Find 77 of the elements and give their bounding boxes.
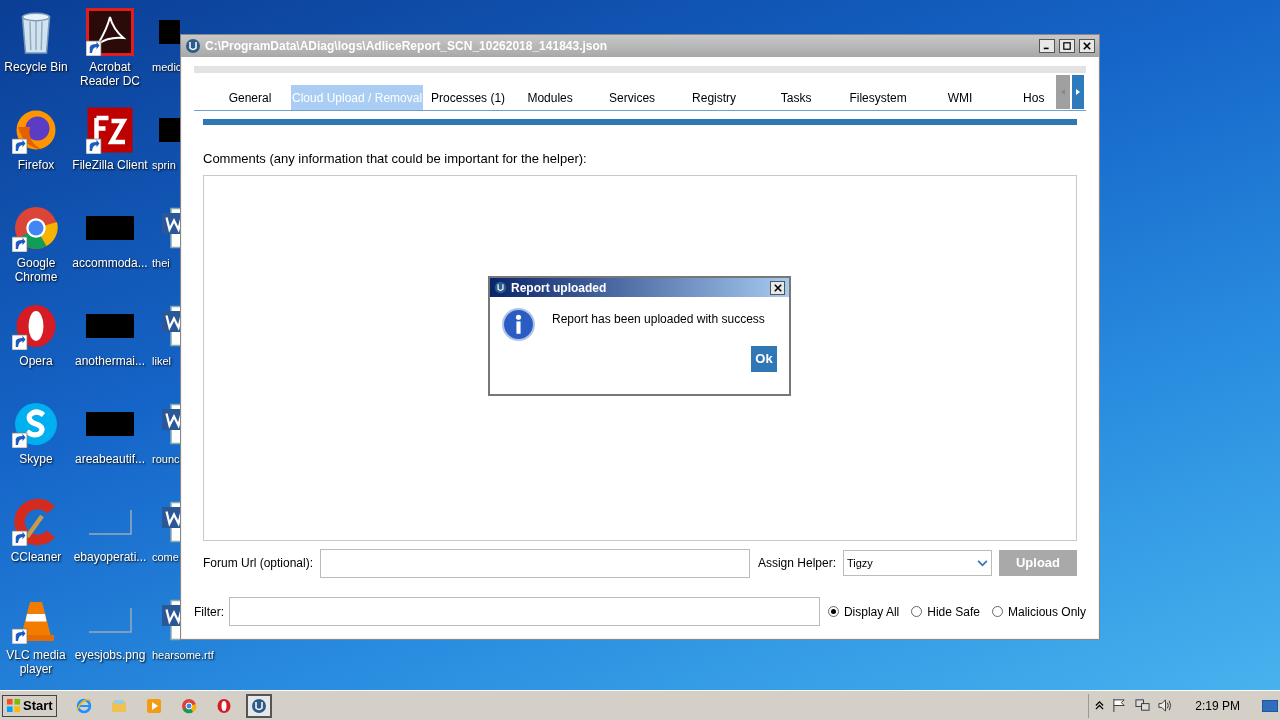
close-icon (773, 283, 782, 292)
tab[interactable]: Filesystem (837, 85, 920, 110)
icon-label: FileZilla Client (72, 158, 148, 172)
chevron-down-icon (977, 559, 988, 567)
maximize-button[interactable] (1059, 39, 1075, 53)
icon-label: CCleaner (10, 550, 62, 564)
icon-label: anothermai... (74, 354, 145, 368)
tab[interactable]: Services (591, 85, 674, 110)
icon-label: thei (152, 256, 170, 270)
app-icon[interactable] (86, 8, 134, 56)
dialog-message: Report has been uploaded with success (552, 311, 765, 328)
windows-logo-icon (6, 698, 21, 713)
flag-icon[interactable] (1112, 698, 1128, 713)
icon-label: sprin (152, 158, 176, 172)
icon-label: hearsome.rtf (152, 648, 214, 662)
app-icon[interactable] (12, 400, 60, 448)
info-icon (502, 308, 535, 341)
assign-helper-label: Assign Helper: (757, 555, 836, 572)
app-logo-icon (185, 38, 201, 54)
tab[interactable]: Hos (1001, 85, 1047, 110)
icon-label: rounc (152, 452, 180, 466)
app-icon (145, 697, 162, 714)
icon-label: Google Chrome (13, 256, 59, 284)
icon-label: likel (152, 354, 171, 368)
icon-label: medic (152, 60, 182, 74)
show-desktop-icon[interactable] (1262, 699, 1278, 712)
right-arrow-icon (1076, 89, 1080, 95)
tab-scroll-right-button[interactable] (1072, 75, 1084, 109)
icon-label: accommoda... (72, 256, 148, 270)
icon-label: ebayoperati... (73, 550, 147, 564)
chevron-up-icon[interactable] (1095, 701, 1105, 710)
app-icon[interactable] (86, 106, 134, 154)
tab[interactable]: Processes (1) (427, 85, 510, 110)
icon-label: Acrobat Reader DC (79, 60, 141, 88)
app-icon (250, 697, 267, 714)
close-icon (1083, 42, 1091, 50)
tab[interactable]: WMI (919, 85, 1002, 110)
forum-url-label: Forum Url (optional): (203, 555, 314, 572)
icon-label: VLC media player (5, 648, 67, 676)
ok-button[interactable]: Ok (751, 346, 777, 372)
dialog-title: Report uploaded (511, 279, 608, 297)
icon-label: come (152, 550, 179, 564)
forum-url-field[interactable] (320, 548, 750, 578)
close-button[interactable] (1079, 39, 1095, 53)
filter-radio[interactable]: Display All (827, 602, 900, 621)
helper-dropdown[interactable]: Tigzy (843, 550, 992, 576)
icon-label: Recycle Bin (4, 60, 68, 74)
speaker-icon[interactable] (1158, 698, 1174, 713)
tab[interactable]: Registry (673, 85, 756, 110)
app-icon (215, 697, 232, 714)
minimize-button[interactable] (1039, 39, 1055, 53)
window-title: C:\ProgramData\ADiag\logs\AdliceReport_SCN_10262018_141843.json (205, 38, 609, 55)
app-icon (180, 697, 197, 714)
filter-radio[interactable]: Hide Safe (911, 602, 980, 621)
comments-label: Comments (any information that could be important for the helper): (203, 150, 588, 168)
icon-label: areabeautif... (74, 452, 146, 466)
app-icon (75, 697, 92, 714)
network-icon[interactable] (1135, 698, 1151, 713)
close-button[interactable] (770, 280, 785, 295)
tab[interactable]: Modules (509, 85, 592, 110)
start-button[interactable]: Start (2, 694, 57, 717)
app-icon[interactable] (12, 204, 60, 252)
tab[interactable]: Tasks (755, 85, 838, 110)
taskbar-button[interactable] (245, 693, 272, 718)
app-icon (110, 697, 127, 714)
comments-field[interactable] (203, 174, 1077, 541)
filter-field[interactable] (229, 597, 820, 626)
filter-radio[interactable]: Malicious Only (991, 602, 1086, 621)
app-logo-icon (494, 281, 507, 294)
tab[interactable]: General (209, 85, 291, 110)
filter-label: Filter: (194, 603, 224, 621)
icon-label: eyesjobs.png (74, 648, 146, 662)
icon-label: Firefox (17, 158, 55, 172)
maximize-icon (1063, 42, 1071, 50)
icon-label: Opera (19, 354, 53, 368)
icon-label: Skype (19, 452, 53, 466)
clock[interactable]: 2:19 PM (1195, 696, 1240, 715)
